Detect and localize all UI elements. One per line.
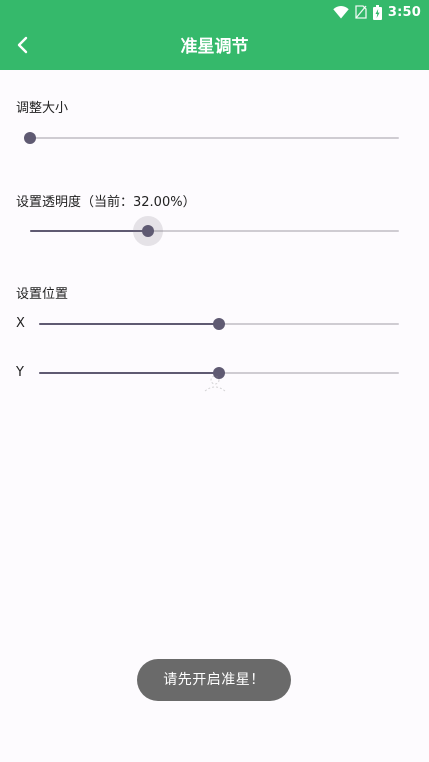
status-bar: 3:50 xyxy=(0,0,429,24)
slider-thumb[interactable] xyxy=(24,132,36,144)
y-axis-label: Y xyxy=(16,365,24,380)
toast-message: 请先开启准星！ xyxy=(137,659,291,701)
x-position-slider[interactable] xyxy=(39,313,399,335)
position-label: 设置位置 xyxy=(16,287,69,302)
chevron-left-icon xyxy=(16,36,30,58)
slider-fill xyxy=(39,372,219,374)
wifi-icon xyxy=(333,5,349,19)
status-time: 3:50 xyxy=(387,4,421,20)
page-title: 准星调节 xyxy=(180,37,249,57)
opacity-label: 设置透明度（当前：32.00%） xyxy=(16,195,196,210)
back-button[interactable] xyxy=(6,30,40,64)
slider-track xyxy=(30,137,399,139)
size-slider[interactable] xyxy=(24,127,399,149)
x-axis-label: X xyxy=(16,316,25,331)
crosshair-ghost-icon xyxy=(204,372,226,392)
size-label: 调整大小 xyxy=(16,101,69,116)
slider-fill xyxy=(39,323,219,325)
slider-thumb[interactable] xyxy=(142,225,155,237)
slider-fill xyxy=(30,230,149,232)
status-icons: 3:50 xyxy=(333,3,421,21)
slider-thumb[interactable] xyxy=(213,318,225,330)
battery-charging-icon xyxy=(372,4,382,20)
no-sim-icon xyxy=(355,5,367,19)
opacity-slider[interactable] xyxy=(30,216,399,246)
app-bar: 准星调节 xyxy=(0,24,429,70)
